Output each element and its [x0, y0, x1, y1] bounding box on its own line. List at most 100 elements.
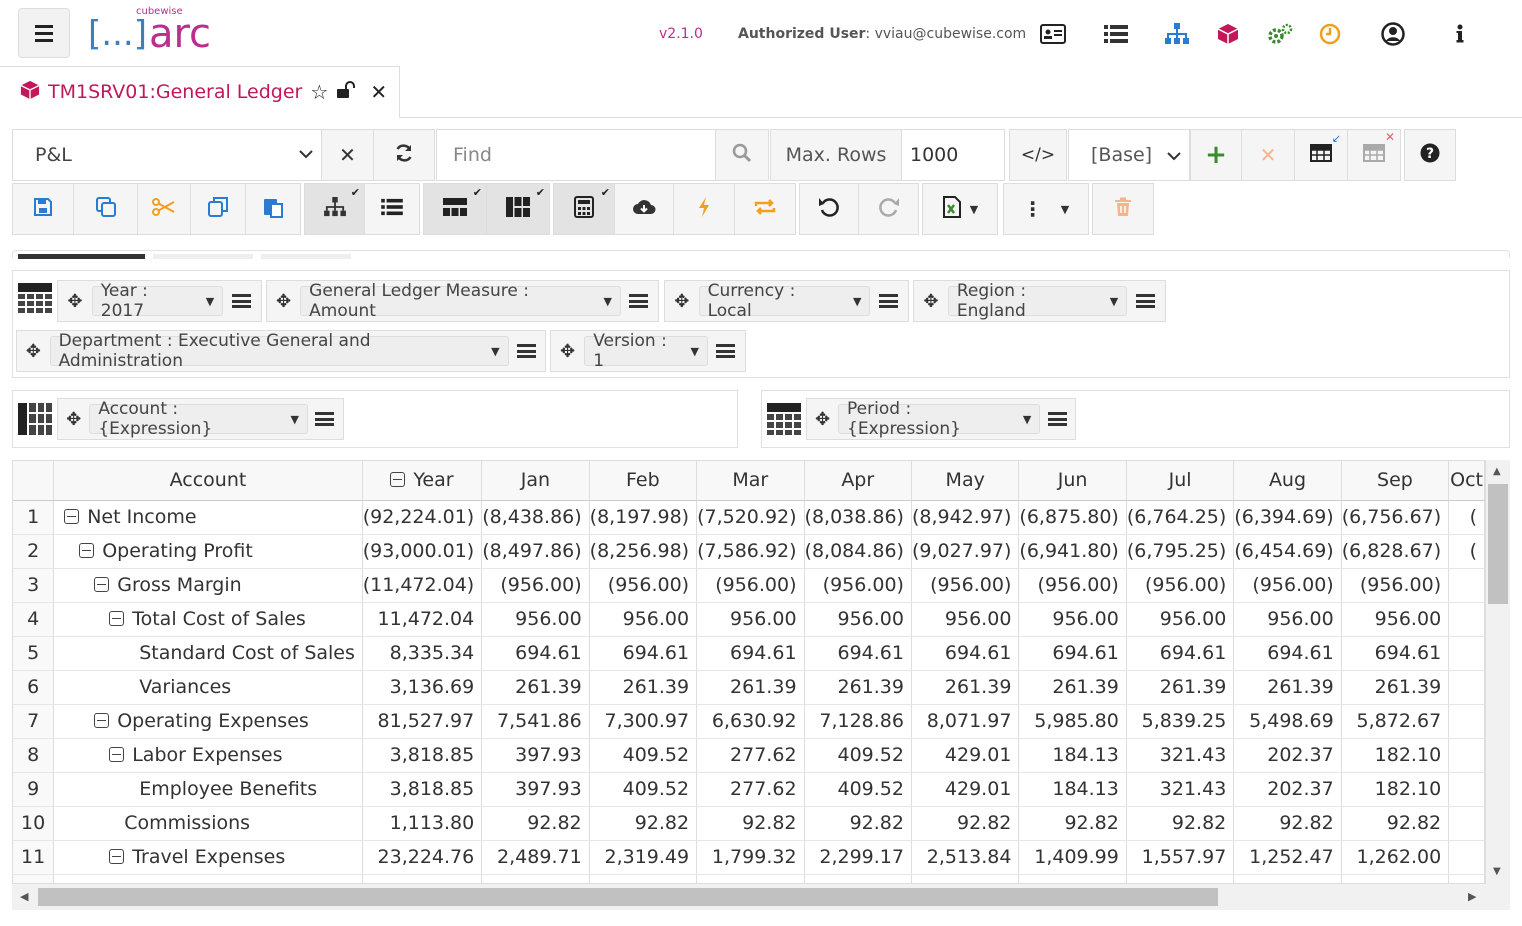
data-cell[interactable]: 480.86 [1018, 874, 1127, 883]
data-cell[interactable]: 830.50 [804, 874, 912, 883]
data-cell[interactable]: 8,071.97 [911, 704, 1020, 739]
data-cell[interactable] [1448, 772, 1485, 807]
data-cell[interactable]: (956.00) [1233, 568, 1342, 603]
list-view-button[interactable] [364, 183, 420, 235]
hierarchy-toggle-button[interactable]: ✔ [304, 183, 365, 235]
data-cell[interactable]: (956.00) [1341, 568, 1450, 603]
sitemap-icon[interactable] [1163, 20, 1191, 48]
data-cell[interactable]: 7,300.97 [589, 704, 698, 739]
move-icon[interactable]: ✥ [807, 409, 838, 430]
data-cell[interactable]: ( [1448, 534, 1485, 569]
subset-editor-button[interactable] [1040, 412, 1075, 426]
data-cell[interactable]: (6,875.80) [1018, 500, 1127, 535]
data-cell[interactable]: 92.82 [804, 806, 912, 841]
data-cell[interactable]: (6,828.67) [1341, 534, 1450, 569]
data-cell[interactable]: (7,520.92) [696, 500, 805, 535]
data-cell[interactable]: 2,299.17 [804, 840, 912, 875]
column-header[interactable]: Jun [1018, 461, 1127, 501]
data-cell[interactable]: 321.43 [1126, 738, 1235, 773]
undo-button[interactable] [799, 183, 859, 235]
data-cell[interactable]: 956.00 [1018, 602, 1127, 637]
data-cell[interactable]: 1,252.47 [1233, 840, 1342, 875]
data-cell[interactable]: 8,335.34 [362, 636, 483, 671]
data-cell[interactable]: 901.35 [911, 874, 1020, 883]
data-cell[interactable]: 11,472.04 [362, 602, 483, 637]
subset-editor-button[interactable] [621, 294, 658, 308]
collapse-icon[interactable] [94, 713, 110, 728]
close-tab-icon[interactable]: ✕ [370, 80, 387, 104]
horizontal-scrollbar[interactable]: ◀ ▶ [12, 884, 1510, 910]
column-header[interactable]: Mar [696, 461, 805, 501]
row-header-account[interactable]: Travel Transportation [53, 874, 363, 883]
data-cell[interactable]: 3,818.85 [362, 772, 483, 807]
data-cell[interactable]: 694.61 [911, 636, 1020, 671]
element-select[interactable]: Period : {Expression} ▼ [838, 399, 1041, 439]
copy-button[interactable] [190, 183, 246, 235]
data-cell[interactable]: 409.52 [804, 738, 912, 773]
column-header[interactable]: Jan [481, 461, 590, 501]
row-header-account[interactable]: Standard Cost of Sales [53, 636, 363, 671]
data-cell[interactable] [1448, 840, 1485, 875]
data-cell[interactable]: 184.13 [1018, 738, 1127, 773]
data-cell[interactable]: 7,128.86 [804, 704, 912, 739]
data-cell[interactable]: 92.82 [1233, 806, 1342, 841]
save-button[interactable] [12, 183, 74, 235]
data-cell[interactable]: 261.39 [911, 670, 1020, 705]
data-cell[interactable]: 92.82 [911, 806, 1020, 841]
move-icon[interactable]: ✥ [17, 341, 50, 362]
data-cell[interactable] [1448, 568, 1485, 603]
data-cell[interactable]: 5,839.25 [1126, 704, 1235, 739]
data-cell[interactable]: (8,497.86) [481, 534, 590, 569]
arc-logo[interactable]: [...] arc cubewise [88, 6, 211, 54]
data-cell[interactable]: 2,513.84 [911, 840, 1020, 875]
data-cell[interactable] [1448, 738, 1485, 773]
collapse-icon[interactable] [64, 509, 80, 524]
row-header-account[interactable]: Commissions [53, 806, 363, 841]
data-cell[interactable]: 321.43 [1126, 772, 1235, 807]
column-header[interactable]: Apr [804, 461, 912, 501]
data-cell[interactable]: 694.61 [1126, 636, 1235, 671]
menu-toggle-button[interactable] [18, 8, 70, 58]
data-cell[interactable]: (6,941.80) [1018, 534, 1127, 569]
data-cell[interactable]: 184.13 [1018, 772, 1127, 807]
title-dim-measure[interactable]: ✥ General Ledger Measure : Amount ▼ [266, 280, 659, 322]
data-cell[interactable]: 261.39 [589, 670, 698, 705]
add-button[interactable]: + [1190, 129, 1242, 181]
data-cell[interactable]: 261.39 [481, 670, 590, 705]
data-cell[interactable]: (956.00) [589, 568, 698, 603]
data-cell[interactable]: 182.10 [1341, 772, 1450, 807]
redo-button[interactable] [858, 183, 919, 235]
data-cell[interactable]: 1,409.99 [1018, 840, 1127, 875]
subtab-active[interactable] [18, 254, 145, 259]
title-dim-currency[interactable]: ✥ Currency : Local ▼ [664, 280, 909, 322]
data-cell[interactable]: 550.56 [1126, 874, 1235, 883]
element-select[interactable]: Version : 1 ▼ [584, 331, 708, 371]
data-cell[interactable]: 92.82 [589, 806, 698, 841]
element-select[interactable]: General Ledger Measure : Amount ▼ [300, 281, 621, 321]
data-cell[interactable]: (6,764.25) [1126, 500, 1235, 535]
collapse-icon[interactable] [94, 577, 110, 592]
cut-button[interactable] [137, 183, 191, 235]
collapse-icon[interactable] [79, 543, 95, 558]
data-cell[interactable]: 81,527.97 [362, 704, 483, 739]
row-header-account[interactable]: Operating Profit [53, 534, 363, 569]
subset-editor-button[interactable] [708, 344, 745, 358]
subset-editor-button[interactable] [509, 344, 545, 358]
row-dim-account[interactable]: ✥ Account : {Expression} ▼ [57, 398, 344, 440]
column-header[interactable]: Jul [1126, 461, 1235, 501]
element-select[interactable]: Currency : Local ▼ [698, 281, 871, 321]
data-cell[interactable]: (92,224.01) [362, 500, 483, 535]
move-icon[interactable]: ✥ [551, 341, 584, 362]
calculator-button[interactable]: ✔ [553, 183, 615, 235]
data-cell[interactable]: 261.39 [804, 670, 912, 705]
account-header[interactable]: Account [53, 461, 363, 501]
data-cell[interactable]: 5,872.67 [1341, 704, 1450, 739]
column-header[interactable]: Aug [1233, 461, 1342, 501]
data-cell[interactable] [1448, 636, 1485, 671]
data-cell[interactable]: 5,498.69 [1233, 704, 1342, 739]
data-cell[interactable]: (7,586.92) [696, 534, 805, 569]
collapse-icon[interactable] [109, 849, 125, 864]
data-cell[interactable]: 430.34 [1233, 874, 1342, 883]
data-cell[interactable]: 261.39 [1233, 670, 1342, 705]
data-cell[interactable]: 3,818.85 [362, 738, 483, 773]
